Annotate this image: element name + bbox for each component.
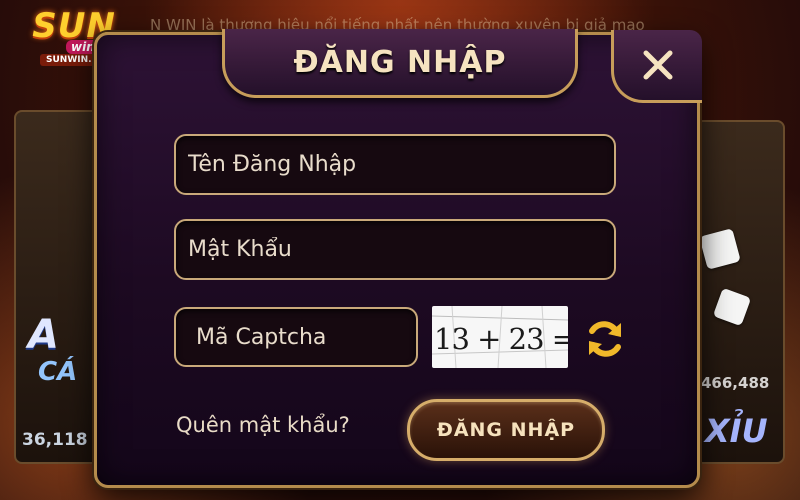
game-card-right[interactable]: 466,488 XỈU xyxy=(695,120,785,464)
username-field-box xyxy=(174,134,616,195)
login-button[interactable]: ĐĂNG NHẬP xyxy=(407,399,605,461)
captcha-field-box xyxy=(174,307,418,367)
login-dialog: ĐĂNG NHẬP 13 + 23 = ? Quên mật khẩu? ĐĂN… xyxy=(94,29,702,488)
dice-icon xyxy=(712,287,752,327)
dice-icon xyxy=(699,228,741,270)
password-input[interactable] xyxy=(176,221,614,278)
game-title-left: A xyxy=(28,312,59,358)
game-subtitle-left: CÁ xyxy=(38,357,78,387)
forgot-password-link[interactable]: Quên mật khẩu? xyxy=(176,413,350,437)
jackpot-counter-right: 466,488 xyxy=(701,374,770,392)
close-button[interactable] xyxy=(611,30,702,103)
login-button-label: ĐĂNG NHẬP xyxy=(436,419,576,441)
refresh-icon[interactable] xyxy=(583,317,627,361)
captcha-input[interactable] xyxy=(176,309,416,365)
close-icon xyxy=(643,50,673,80)
dialog-title: ĐĂNG NHẬP xyxy=(293,44,507,80)
jackpot-counter-left: 36,118 xyxy=(22,430,88,450)
captcha-text: 13 + 23 = ? xyxy=(434,322,568,356)
dialog-title-plate: ĐĂNG NHẬP xyxy=(222,29,578,98)
password-field-box xyxy=(174,219,616,280)
username-input[interactable] xyxy=(176,136,614,193)
game-title-right: XỈU xyxy=(705,412,768,450)
captcha-image: 13 + 23 = ? xyxy=(432,306,568,368)
